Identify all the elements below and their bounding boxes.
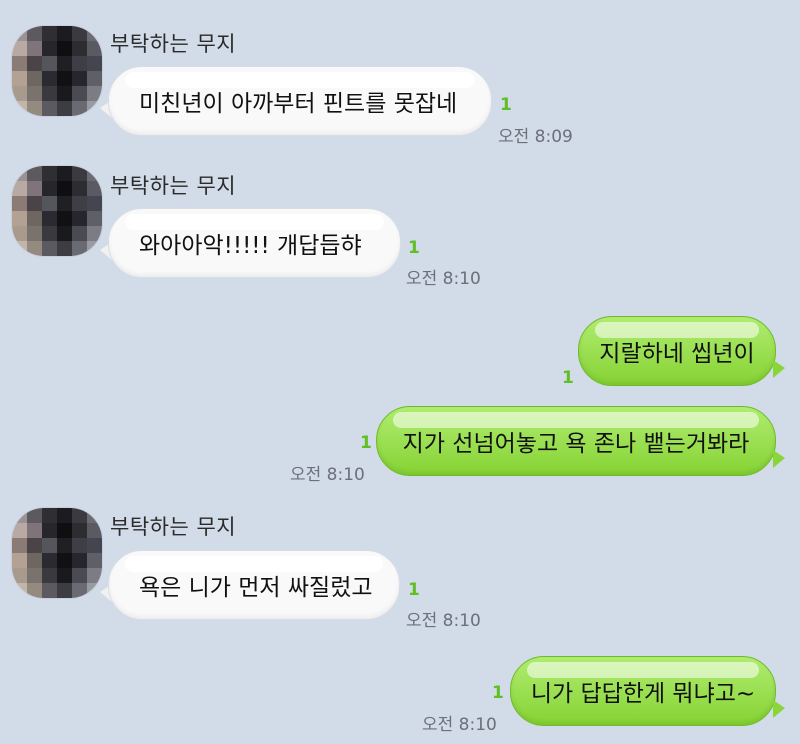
message-bubble[interactable]: 지가 선넘어놓고 욕 존나 뱉는거봐라 xyxy=(376,406,776,476)
sender-name: 부탁하는 무지 xyxy=(110,515,237,539)
message-time: 오전 8:09 xyxy=(498,127,573,147)
unread-count: 1 xyxy=(492,683,504,703)
unread-count: 1 xyxy=(562,368,574,388)
message-bubble[interactable]: 미친년이 아까부터 핀트를 못잡네 xyxy=(108,66,492,136)
message-bubble[interactable]: 욕은 니가 먼저 싸질렀고 xyxy=(108,550,400,620)
message-time: 오전 8:10 xyxy=(406,269,481,289)
sender-name: 부탁하는 무지 xyxy=(110,174,237,198)
unread-count: 1 xyxy=(360,433,372,453)
message-bubble[interactable]: 지랄하네 씹년이 xyxy=(578,316,776,386)
sender-avatar[interactable] xyxy=(12,508,102,598)
message-time: 오전 8:10 xyxy=(422,715,497,735)
bubble-tail xyxy=(773,700,785,718)
message-bubble[interactable]: 와아아악!!!!! 개답듭햐 xyxy=(108,208,401,278)
message-text: 지가 선넘어놓고 욕 존나 뱉는거봐라 xyxy=(402,431,750,457)
sender-avatar[interactable] xyxy=(12,26,102,116)
bubble-tail xyxy=(773,360,785,378)
sender-name: 부탁하는 무지 xyxy=(110,32,237,56)
sender-avatar[interactable] xyxy=(12,166,102,256)
message-text: 욕은 니가 먼저 싸질렀고 xyxy=(139,575,373,601)
message-text: 미친년이 아까부터 핀트를 못잡네 xyxy=(139,91,458,117)
message-text: 와아아악!!!!! 개답듭햐 xyxy=(139,233,362,259)
message-time: 오전 8:10 xyxy=(406,611,481,631)
message-text: 니가 답답한게 뭐냐고~ xyxy=(530,681,756,707)
message-time: 오전 8:10 xyxy=(290,465,365,485)
bubble-tail xyxy=(773,450,785,468)
message-bubble[interactable]: 니가 답답한게 뭐냐고~ xyxy=(510,656,776,726)
unread-count: 1 xyxy=(500,95,512,115)
message-text: 지랄하네 씹년이 xyxy=(599,341,755,367)
unread-count: 1 xyxy=(408,238,420,258)
unread-count: 1 xyxy=(408,580,420,600)
